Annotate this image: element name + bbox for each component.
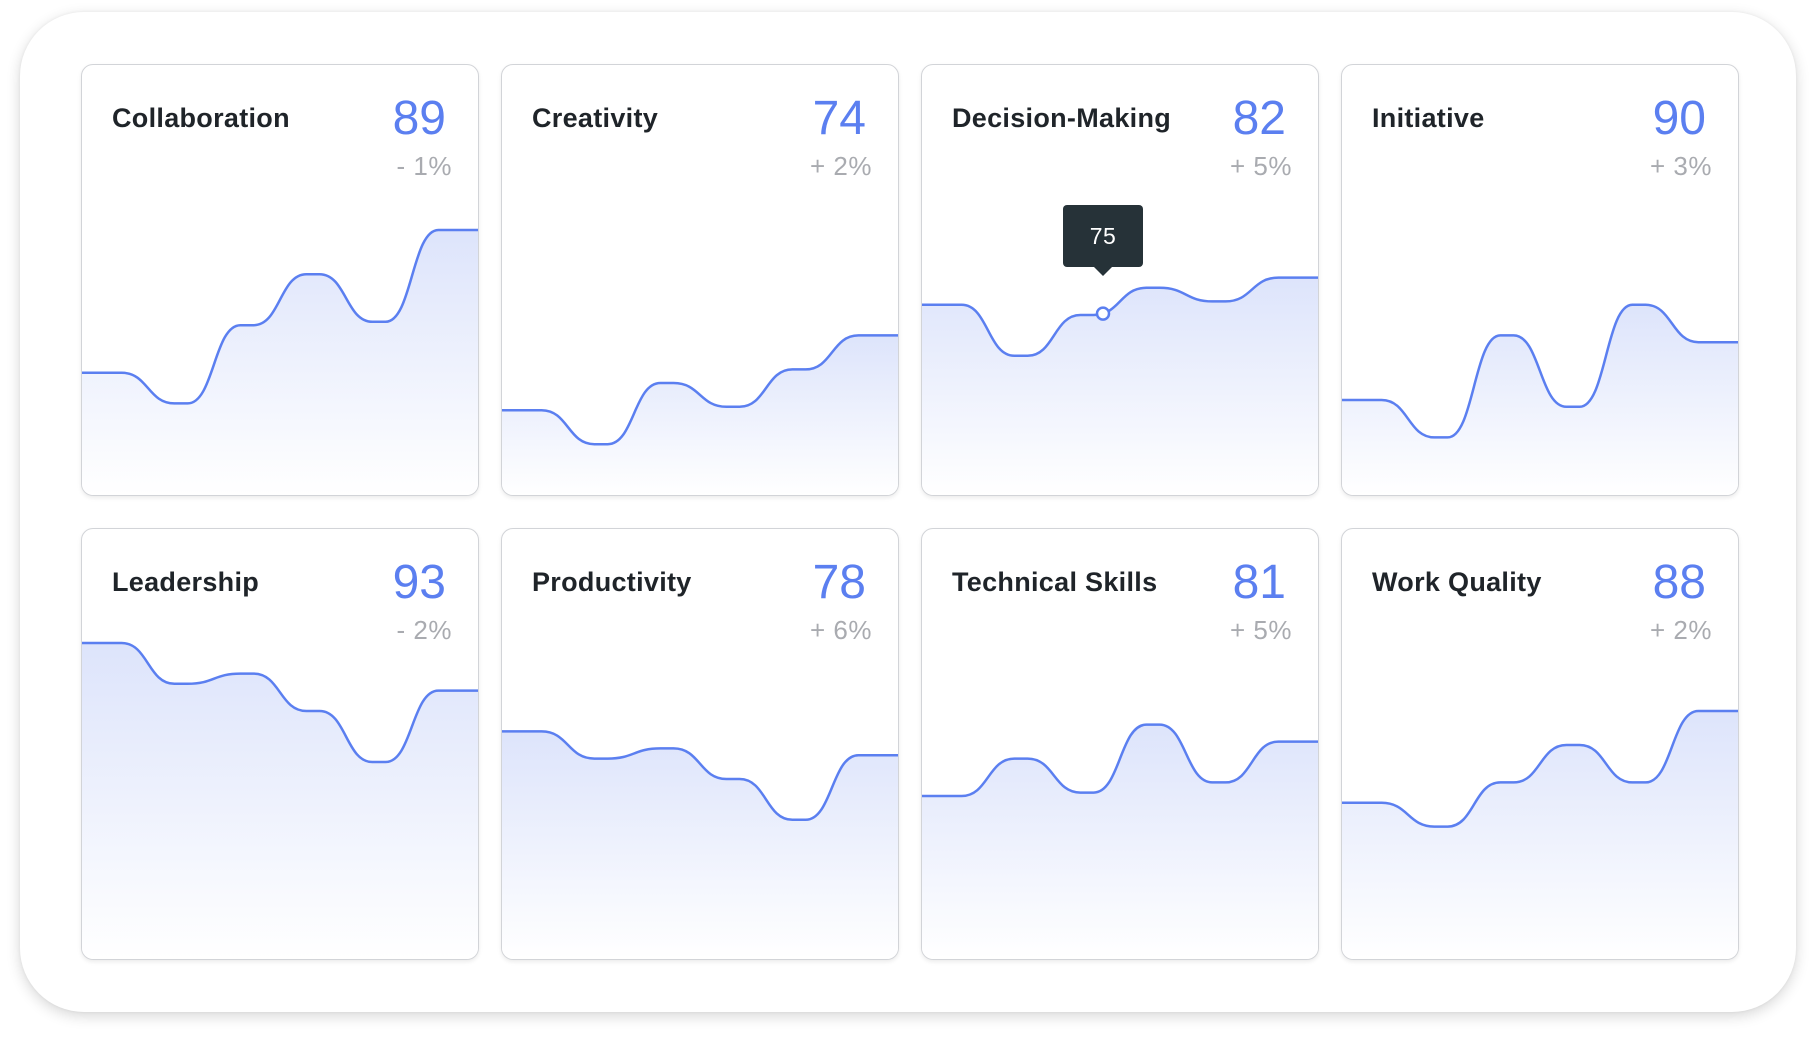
data-point[interactable] [721,395,745,419]
data-point[interactable] [301,262,325,286]
data-point[interactable] [235,313,259,337]
data-point[interactable] [853,743,877,767]
card-title: Productivity [532,567,692,597]
data-point[interactable] [787,357,811,381]
data-point[interactable] [1075,303,1099,327]
sparkline-area [922,277,1318,495]
sparkline-area [82,230,478,495]
data-point[interactable] [589,747,613,771]
data-point[interactable] [523,398,547,422]
card-value: 78 [812,556,866,609]
metric-card-creativity[interactable]: Creativity 74 + 2% [501,64,899,496]
card-change: - 2% [396,615,452,645]
card-change: - 1% [396,151,452,181]
card-value: 81 [1232,556,1286,609]
data-point[interactable] [169,391,193,415]
card-title: Work Quality [1372,567,1542,597]
data-point[interactable] [1009,344,1033,368]
data-point[interactable] [1627,770,1651,794]
data-point[interactable] [1693,699,1717,723]
data-point[interactable] [1561,395,1585,419]
data-point[interactable] [655,371,679,395]
data-point[interactable] [1495,770,1519,794]
sparkline-area [502,335,898,495]
data-point[interactable] [787,808,811,832]
card-value: 89 [392,92,446,145]
data-point[interactable] [655,736,679,760]
data-point[interactable] [433,679,457,703]
card-value: 90 [1652,92,1706,145]
data-point[interactable] [433,218,457,242]
card-change: + 3% [1650,151,1712,181]
data-point[interactable] [1429,815,1453,839]
data-point[interactable] [1429,425,1453,449]
metric-card-work-quality[interactable]: Work Quality 88 + 2% [1341,528,1739,960]
card-title: Decision-Making [952,103,1172,133]
data-point[interactable] [721,767,745,791]
card-value: 74 [812,92,866,145]
data-point[interactable] [235,662,259,686]
hover-point-marker[interactable] [1095,306,1111,321]
data-point[interactable] [1075,781,1099,805]
data-point[interactable] [1141,713,1165,737]
metric-card-decision-making[interactable]: Decision-Making 82 + 5% 75 [921,64,1319,496]
data-point[interactable] [103,361,127,385]
data-point[interactable] [301,699,325,723]
data-point[interactable] [943,293,967,317]
metric-card-technical-skills[interactable]: Technical Skills 81 + 5% [921,528,1319,960]
card-title: Technical Skills [952,567,1158,597]
data-point[interactable] [589,432,613,456]
sparkline-area [1342,711,1738,959]
metric-card-initiative[interactable]: Initiative 90 + 3% [1341,64,1739,496]
data-point[interactable] [1627,293,1651,317]
card-change: + 6% [810,615,872,645]
card-change: + 2% [810,151,872,181]
metric-card-collaboration[interactable]: Collaboration 89 - 1% [81,64,479,496]
data-point[interactable] [1561,733,1585,757]
card-title: Leadership [112,567,260,597]
metric-card-productivity[interactable]: Productivity 78 + 6% [501,528,899,960]
data-point[interactable] [1207,289,1231,313]
card-title: Collaboration [112,103,290,133]
data-point[interactable] [1207,770,1231,794]
data-point[interactable] [1363,388,1387,412]
data-point[interactable] [367,750,391,774]
hover-tooltip: 75 [1063,205,1143,276]
metric-card-leadership[interactable]: Leadership 93 - 2% [81,528,479,960]
card-change: + 5% [1230,615,1292,645]
card-value: 88 [1652,556,1706,609]
data-point[interactable] [169,672,193,696]
data-point[interactable] [103,631,127,655]
data-point[interactable] [1141,276,1165,300]
card-title: Creativity [532,103,659,133]
metric-grid: Collaboration 89 - 1% Creativity 74 + 2%… [81,64,1739,960]
data-point[interactable] [943,784,967,808]
card-value: 93 [392,556,446,609]
data-point[interactable] [1273,730,1297,754]
data-point[interactable] [853,323,877,347]
card-title: Initiative [1372,103,1485,133]
data-point[interactable] [523,719,547,743]
data-point[interactable] [1009,747,1033,771]
card-value: 82 [1232,92,1286,145]
data-point[interactable] [1693,330,1717,354]
data-point[interactable] [1495,323,1519,347]
card-change: + 2% [1650,615,1712,645]
data-point[interactable] [1273,266,1297,290]
data-point[interactable] [367,310,391,334]
data-point[interactable] [1363,791,1387,815]
dashboard-panel: Collaboration 89 - 1% Creativity 74 + 2%… [20,12,1796,1012]
card-change: + 5% [1230,151,1292,181]
